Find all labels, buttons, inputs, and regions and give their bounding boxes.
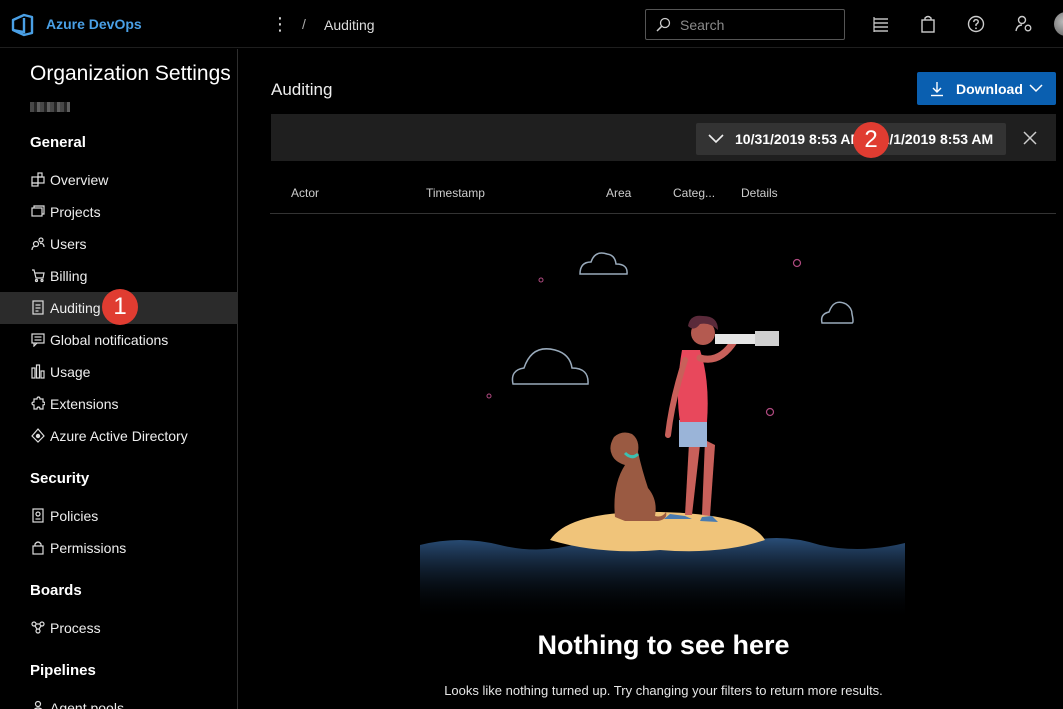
work-items-icon[interactable] bbox=[871, 14, 891, 34]
sidebar-item-label: Usage bbox=[50, 364, 91, 380]
section-heading-boards: Boards bbox=[30, 582, 82, 599]
cloud-icon bbox=[820, 301, 854, 324]
sidebar-item-label: Permissions bbox=[50, 540, 127, 556]
sidebar-item-extensions[interactable]: Extensions bbox=[0, 388, 238, 420]
user-settings-icon[interactable] bbox=[1014, 14, 1034, 34]
notifications-icon bbox=[31, 333, 45, 347]
sidebar-item-azure-active-directory[interactable]: Azure Active Directory bbox=[0, 420, 238, 452]
column-header-timestamp[interactable]: Timestamp bbox=[426, 186, 485, 200]
search-box[interactable] bbox=[645, 9, 845, 40]
search-icon bbox=[656, 17, 671, 32]
usage-icon bbox=[31, 364, 45, 379]
overview-icon bbox=[31, 172, 45, 187]
section-heading-security: Security bbox=[30, 470, 90, 487]
sidebar-item-projects[interactable]: Projects bbox=[0, 196, 238, 228]
auditing-icon bbox=[32, 300, 44, 315]
sidebar: Organization Settings General Overview P… bbox=[0, 49, 238, 709]
download-icon bbox=[931, 82, 943, 97]
chevron-down-icon bbox=[708, 134, 724, 144]
sidebar-item-label: Process bbox=[50, 620, 101, 636]
cloud-icon bbox=[511, 348, 589, 385]
more-dots-icon[interactable]: ⋮ bbox=[271, 12, 289, 36]
column-header-details[interactable]: Details bbox=[741, 186, 778, 200]
sidebar-item-policies[interactable]: Policies bbox=[0, 500, 238, 532]
sidebar-item-label: Azure Active Directory bbox=[50, 428, 188, 444]
section-heading-pipelines: Pipelines bbox=[30, 662, 96, 679]
sidebar-item-agent-pools[interactable]: Agent pools bbox=[0, 692, 238, 709]
sidebar-item-label: Overview bbox=[50, 172, 109, 188]
organization-name bbox=[30, 102, 70, 112]
cloud-icon bbox=[579, 252, 628, 275]
page-title: Organization Settings bbox=[30, 62, 231, 85]
content-title: Auditing bbox=[271, 80, 333, 99]
billing-icon bbox=[32, 269, 45, 283]
date-range-filter[interactable]: 10/31/2019 8:53 AM - 11/1/2019 8:53 AM bbox=[696, 123, 1006, 155]
breadcrumb[interactable]: Auditing bbox=[324, 17, 375, 33]
column-header-area[interactable]: Area bbox=[606, 186, 631, 200]
sidebar-item-process[interactable]: Process bbox=[0, 612, 238, 644]
column-header-actor[interactable]: Actor bbox=[291, 186, 319, 200]
sidebar-item-label: Projects bbox=[50, 204, 101, 220]
sidebar-item-label: Auditing bbox=[50, 300, 101, 316]
policies-icon bbox=[32, 508, 44, 523]
help-icon[interactable] bbox=[966, 14, 986, 34]
lock-icon bbox=[32, 541, 44, 555]
extensions-icon bbox=[31, 396, 45, 410]
app-title[interactable]: Azure DevOps bbox=[46, 16, 142, 32]
sidebar-item-usage[interactable]: Usage bbox=[0, 356, 238, 388]
close-icon[interactable] bbox=[1021, 129, 1039, 147]
sidebar-item-global-notifications[interactable]: Global notifications bbox=[0, 324, 238, 356]
breadcrumb-separator: / bbox=[302, 16, 306, 32]
sidebar-item-overview[interactable]: Overview bbox=[0, 164, 238, 196]
sidebar-item-label: Billing bbox=[50, 268, 88, 284]
azure-ad-icon bbox=[31, 428, 45, 443]
step-badge-1: 1 bbox=[102, 289, 138, 325]
filter-bar: 10/31/2019 8:53 AM - 11/1/2019 8:53 AM bbox=[271, 114, 1056, 161]
empty-state-title: Nothing to see here bbox=[537, 630, 790, 660]
chevron-down-icon bbox=[1029, 84, 1043, 93]
step-badge-2: 2 bbox=[853, 122, 889, 158]
sidebar-item-label: Extensions bbox=[50, 396, 119, 412]
top-bar: Azure DevOps ⋮ / Auditing bbox=[0, 0, 1063, 48]
sidebar-item-users[interactable]: Users bbox=[0, 228, 238, 260]
avatar[interactable] bbox=[1054, 12, 1063, 36]
sidebar-item-billing[interactable]: Billing bbox=[0, 260, 238, 292]
marketplace-bag-icon[interactable] bbox=[918, 14, 938, 34]
header-divider bbox=[270, 213, 1056, 214]
projects-icon bbox=[31, 205, 45, 217]
sidebar-item-label: Users bbox=[50, 236, 87, 252]
sidebar-item-label: Global notifications bbox=[50, 332, 169, 348]
devops-logo-icon[interactable] bbox=[10, 12, 36, 38]
search-input[interactable] bbox=[680, 16, 835, 34]
download-button[interactable]: Download bbox=[917, 72, 1056, 105]
download-label: Download bbox=[956, 81, 1023, 97]
users-icon bbox=[31, 237, 45, 251]
sidebar-item-label: Agent pools bbox=[50, 700, 124, 709]
sidebar-item-permissions[interactable]: Permissions bbox=[0, 532, 238, 564]
section-heading-general: General bbox=[30, 134, 86, 151]
empty-state-description: Looks like nothing turned up. Try changi… bbox=[444, 683, 883, 698]
sidebar-item-label: Policies bbox=[50, 508, 99, 524]
column-header-category[interactable]: Categ... bbox=[673, 186, 715, 200]
process-icon bbox=[31, 621, 45, 634]
empty-state-illustration bbox=[420, 252, 905, 620]
agent-pools-icon bbox=[33, 700, 43, 709]
